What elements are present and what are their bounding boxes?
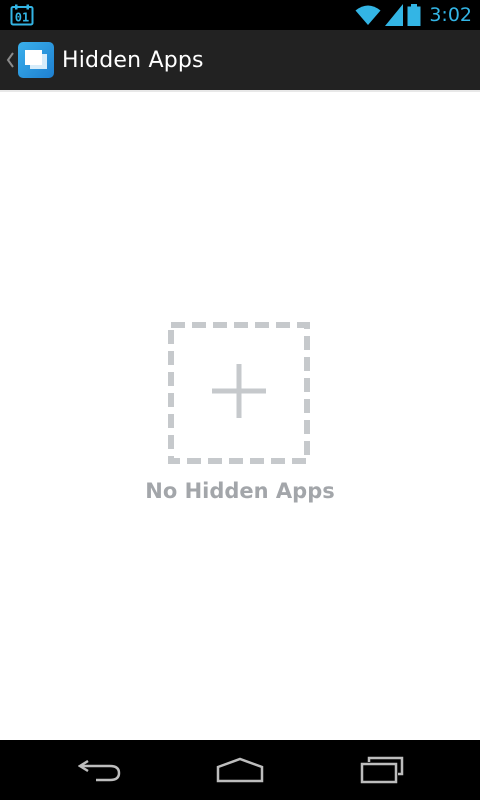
up-caret-icon (6, 52, 14, 68)
status-icons: 3:02 (355, 2, 472, 28)
home-icon (216, 757, 264, 783)
main-content: No Hidden Apps (0, 92, 480, 740)
up-navigation-button[interactable] (4, 49, 16, 71)
battery-icon (407, 4, 421, 26)
empty-state-message: No Hidden Apps (145, 479, 335, 503)
page-title: Hidden Apps (62, 47, 204, 73)
status-bar: 01 3:02 (0, 0, 480, 30)
recent-apps-button[interactable] (332, 740, 432, 800)
action-bar: Hidden Apps (0, 30, 480, 92)
hidden-apps-icon[interactable] (18, 42, 54, 78)
screen: 01 3:02 Hidden Apps No Hidden Apps (0, 0, 480, 800)
add-dashed-box-icon[interactable] (168, 322, 310, 464)
calendar-notification: 01 (10, 4, 34, 30)
calendar-icon: 01 (10, 4, 34, 26)
recent-apps-icon (360, 756, 404, 784)
home-button[interactable] (190, 740, 290, 800)
back-icon (78, 759, 121, 782)
wifi-icon (355, 5, 381, 25)
status-time: 3:02 (429, 4, 472, 26)
back-button[interactable] (50, 740, 150, 800)
navigation-bar (0, 740, 480, 800)
signal-icon (385, 4, 404, 26)
calendar-date: 01 (15, 11, 29, 25)
